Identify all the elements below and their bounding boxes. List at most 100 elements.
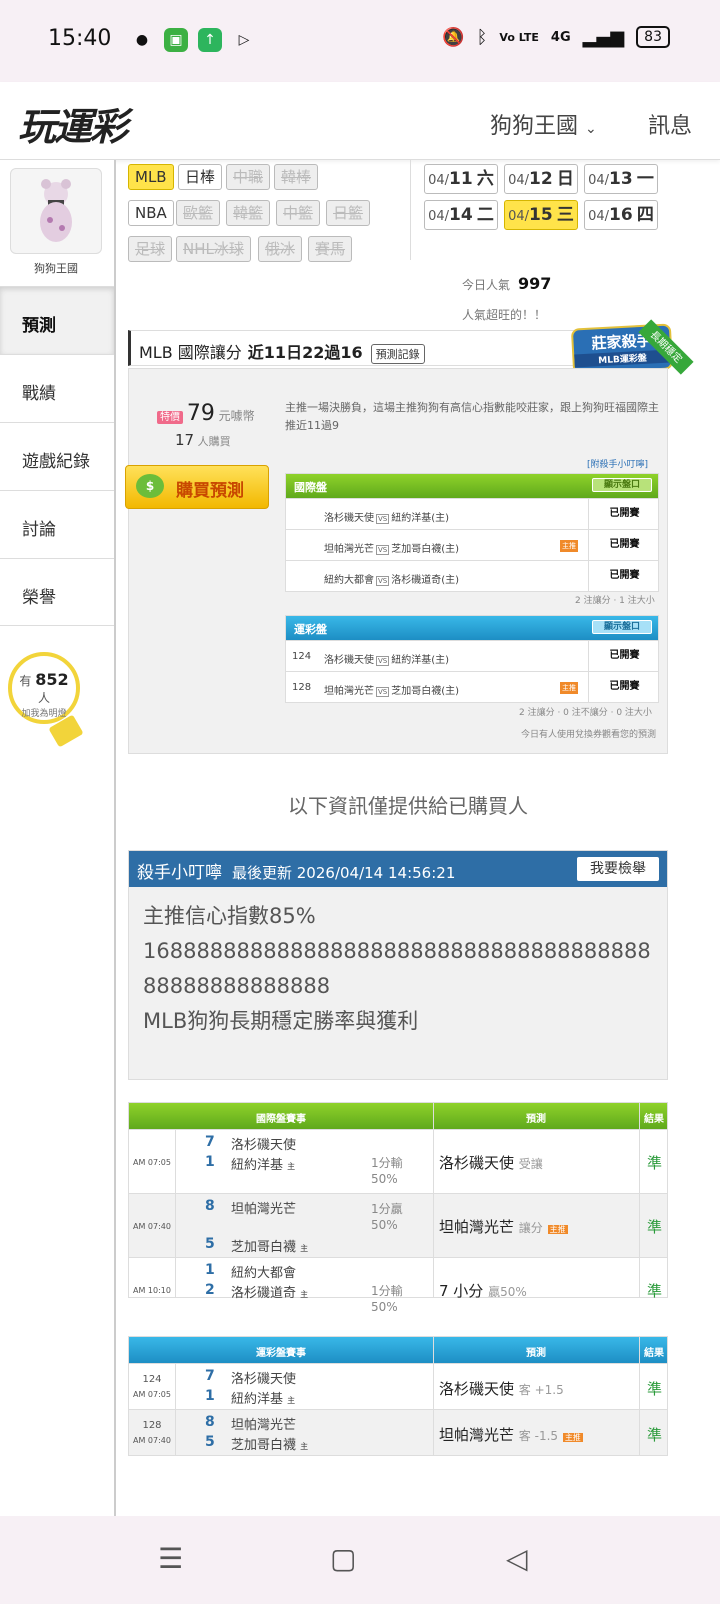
date-0415[interactable]: 04/15 三 bbox=[504, 200, 578, 230]
league-mlb[interactable]: MLB bbox=[128, 164, 174, 190]
league-khl: 俄冰 bbox=[258, 236, 303, 262]
home-icon[interactable]: ▢ bbox=[330, 1542, 356, 1575]
date-day: 16 bbox=[609, 205, 633, 225]
hot-pick-badge: 主推 bbox=[562, 1433, 583, 1442]
table-row: 128 坦帕灣光芒 VS 芝加哥白襪(主) 主推 已開賽 bbox=[286, 671, 660, 703]
buyers-unit: 人購買 bbox=[197, 435, 231, 448]
tip-line: MLB狗狗長期穩定勝率與獲利 bbox=[143, 1009, 419, 1033]
user-menu[interactable]: 狗狗王國 ⌄ bbox=[490, 108, 597, 140]
lottery-table-header: 運彩盤 顯示盤口 bbox=[286, 616, 658, 640]
league-soccer: 足球 bbox=[128, 236, 173, 262]
home-score: 1 bbox=[205, 1388, 215, 1404]
league-nba[interactable]: NBA bbox=[128, 200, 174, 226]
away-team: 洛杉磯天使 bbox=[231, 1372, 297, 1387]
date-0414[interactable]: 04/14 二 bbox=[424, 200, 498, 230]
killer-tip-box: 殺手小叮嚀 最後更新 2026/04/14 14:56:21 我要檢舉 主推信心指數… bbox=[128, 850, 668, 1080]
nav-predict[interactable]: 預測 bbox=[0, 286, 114, 354]
nav-game-history[interactable]: 遊戲紀錄 bbox=[0, 422, 114, 490]
away-score: 8 bbox=[205, 1198, 215, 1214]
nav-discussion[interactable]: 討論 bbox=[0, 490, 114, 558]
divider bbox=[639, 1103, 640, 1297]
match-status: 已開賽 bbox=[588, 561, 660, 592]
show-odds-button[interactable]: 顯示盤口 bbox=[592, 620, 652, 634]
match: 坦帕灣光芒 VS 芝加哥白襪(主) bbox=[324, 540, 459, 555]
price-unit: 元噱幣 bbox=[218, 409, 255, 423]
date-0412[interactable]: 04/12 日 bbox=[504, 164, 578, 194]
header-result: 結果 bbox=[644, 1348, 664, 1359]
lottery-title: 運彩盤 bbox=[294, 623, 327, 636]
result: 準 bbox=[647, 1282, 663, 1300]
prediction-total: 7 小分 bbox=[439, 1282, 484, 1300]
prediction: 洛杉磯天使 客 +1.5 bbox=[439, 1378, 564, 1399]
recent-record: 近11日22過16 bbox=[247, 343, 363, 362]
nav-record[interactable]: 戰績 bbox=[0, 354, 114, 422]
date-day: 12 bbox=[529, 169, 553, 189]
vs-icon: VS bbox=[376, 656, 390, 666]
date-md: 04/ bbox=[428, 209, 450, 224]
purchased-only-notice: 以下資訊僅提供給已購買人 bbox=[288, 794, 528, 818]
date-day: 13 bbox=[609, 169, 633, 189]
update-icon: ↑ bbox=[198, 28, 222, 52]
table-row: 124 洛杉磯天使 VS 紐約洋基(主) 已開賽 bbox=[286, 640, 658, 672]
coin-icon: $ bbox=[136, 474, 164, 498]
table-row: 坦帕灣光芒 VS 芝加哥白襪(主) 主推 已開賽 bbox=[286, 529, 658, 561]
tip-updated: 最後更新 2026/04/14 14:56:21 bbox=[232, 864, 456, 882]
home-score: 5 bbox=[205, 1434, 215, 1450]
prediction: 坦帕灣光芒 讓分 主推 bbox=[439, 1216, 568, 1237]
prediction-team: 洛杉磯天使 bbox=[439, 1154, 515, 1172]
date-day: 15 bbox=[529, 205, 553, 225]
prediction-record-button[interactable]: 預測記錄 bbox=[370, 344, 425, 364]
report-button[interactable]: 我要檢舉 bbox=[577, 857, 659, 881]
match-status: 已開賽 bbox=[588, 672, 660, 703]
home-mark: 主 bbox=[300, 1244, 309, 1253]
sidebar: 狗狗王國 預測 戰績 遊戲紀錄 討論 榮譽 有 852 人 加我為明燈 bbox=[0, 160, 116, 1520]
home-mark: 主 bbox=[300, 1290, 309, 1299]
follow-bulb[interactable]: 有 852 人 加我為明燈 bbox=[8, 652, 80, 724]
intl-title: 國際盤 bbox=[294, 481, 327, 494]
away-score: 8 bbox=[205, 1414, 215, 1430]
table-row: 124 AM 07:05 7 洛杉磯天使 1 紐約洋基 主 洛杉磯天使 客 +1… bbox=[129, 1363, 667, 1409]
odds: 1分贏 bbox=[371, 1202, 403, 1216]
avatar[interactable] bbox=[10, 168, 102, 254]
site-logo[interactable]: 玩運彩 bbox=[18, 96, 128, 151]
show-odds-button[interactable]: 顯示盤口 bbox=[592, 478, 652, 492]
home-score: 5 bbox=[205, 1236, 215, 1252]
back-icon[interactable]: ◁ bbox=[506, 1542, 528, 1575]
divider bbox=[410, 160, 411, 260]
table-row: AM 10:10 1 紐約大都會 2 洛杉磯道奇 主 1分輸 50% 7 小分 … bbox=[129, 1257, 667, 1321]
home-team-name: 洛杉磯道奇 bbox=[231, 1286, 297, 1301]
buy-prediction-button[interactable]: $ 購買預測 bbox=[125, 465, 269, 509]
messages-link[interactable]: 訊息 bbox=[648, 108, 692, 140]
date-0411[interactable]: 04/11 六 bbox=[424, 164, 498, 194]
tip-link[interactable]: [附殺手小叮嚀] bbox=[587, 457, 648, 470]
badge-sub: MLB運彩盤 bbox=[574, 349, 671, 368]
tip-line: 主推信心指數85% bbox=[143, 904, 316, 928]
table-row: 128 AM 07:40 8 坦帕灣光芒 5 芝加哥白襪 主 坦帕灣光芒 客 -… bbox=[129, 1409, 667, 1455]
away-team: 坦帕灣光芒 bbox=[324, 686, 374, 697]
logo-text: 玩運彩 bbox=[18, 105, 128, 149]
date-0416[interactable]: 04/16 四 bbox=[584, 200, 658, 230]
bulb-suffix: 人 bbox=[37, 691, 50, 705]
price-value: 79 bbox=[186, 401, 215, 426]
intl-note: 2 注讓分 · 1 注大小 bbox=[575, 596, 655, 606]
home-mark: 主 bbox=[287, 1396, 296, 1405]
bulb-prefix: 有 bbox=[19, 674, 32, 688]
prediction-panel: 特價 79 元噱幣 17 人購買 $ 購買預測 主推一場決勝負，這場主推狗狗有高信… bbox=[125, 368, 668, 754]
prediction-type: 受讓 bbox=[518, 1157, 543, 1171]
menu-icon[interactable]: ☰ bbox=[158, 1542, 183, 1575]
table-row: AM 07:40 8 坦帕灣光芒 5 芝加哥白襪 主 1分贏 50% 坦帕灣光芒… bbox=[129, 1193, 667, 1257]
prediction: 坦帕灣光芒 客 -1.5 主推 bbox=[439, 1424, 583, 1445]
home-score: 1 bbox=[205, 1154, 215, 1170]
divider bbox=[433, 1337, 434, 1455]
result: 準 bbox=[647, 1426, 663, 1444]
league-npb[interactable]: 日棒 bbox=[178, 164, 223, 190]
date-0413[interactable]: 04/13 一 bbox=[584, 164, 658, 194]
league-cpbl: 中職 bbox=[226, 164, 271, 190]
prediction-type: 客 +1.5 bbox=[518, 1383, 564, 1397]
vs-icon: VS bbox=[376, 576, 390, 586]
prediction: 7 小分 贏50% bbox=[439, 1280, 527, 1301]
popularity-text: 人氣超旺的！！ bbox=[462, 308, 547, 322]
home-team-name: 芝加哥白襪 bbox=[231, 1240, 297, 1255]
bluetooth-icon: ᛒ bbox=[476, 26, 488, 48]
nav-honor[interactable]: 榮譽 bbox=[0, 558, 114, 626]
